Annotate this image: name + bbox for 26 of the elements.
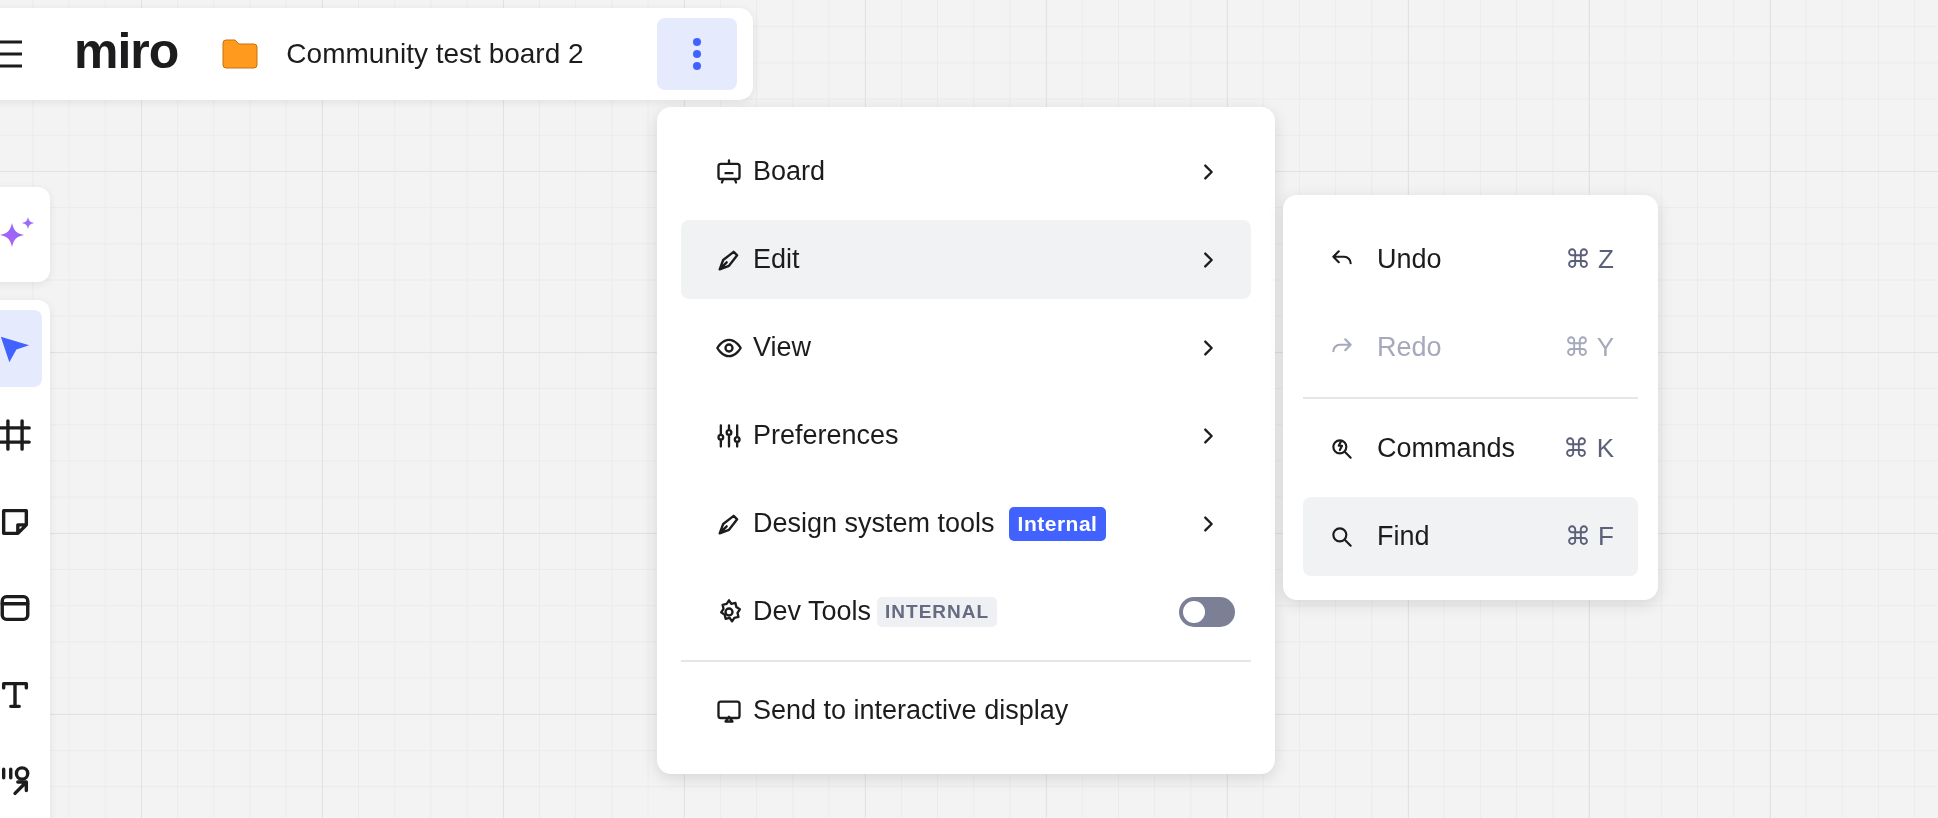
shortcut-label: ⌘ F — [1564, 521, 1614, 552]
menu-item[interactable]: Send to interactive display — [681, 671, 1251, 750]
logo[interactable]: miro — [74, 26, 179, 82]
menu-item[interactable]: Board — [681, 132, 1251, 211]
menu-item[interactable]: Find ⌘ F — [1303, 497, 1638, 576]
board-title[interactable]: Community test board 2 — [286, 38, 584, 70]
toggle-switch[interactable] — [1179, 596, 1235, 627]
menu-item[interactable]: Commands ⌘ K — [1303, 409, 1638, 488]
internal-badge: Internal — [1008, 506, 1107, 541]
shortcut-label: ⌘ Z — [1564, 244, 1614, 275]
menu-icon[interactable] — [0, 39, 24, 69]
menu-item[interactable]: Preferences — [681, 396, 1251, 475]
menu-item[interactable]: Undo ⌘ Z — [1303, 220, 1638, 299]
shortcut-label: ⌘ Y — [1563, 332, 1614, 363]
frame-icon — [0, 418, 32, 452]
menu-item[interactable]: Edit — [681, 220, 1251, 299]
sliders-icon — [715, 421, 743, 450]
internal-badge: INTERNAL — [877, 596, 998, 627]
menu-item[interactable]: Design system tools Internal — [681, 484, 1251, 563]
more-vertical-icon — [692, 37, 702, 71]
menu-item[interactable]: Dev Tools INTERNAL — [681, 572, 1251, 651]
shortcut-label: ⌘ K — [1563, 433, 1614, 464]
board-icon — [715, 157, 743, 186]
more-button[interactable] — [657, 18, 737, 90]
menu-item[interactable]: View — [681, 308, 1251, 387]
folder-icon — [222, 39, 259, 69]
